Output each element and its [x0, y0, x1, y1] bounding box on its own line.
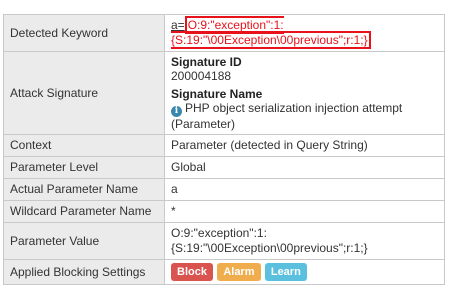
table-row: Parameter Level Global — [3, 156, 445, 179]
signature-name-line: i PHP object serialization injection atte… — [171, 101, 438, 131]
parameter-level-label: Parameter Level — [3, 156, 165, 179]
detected-keyword-label: Detected Keyword — [3, 14, 165, 52]
alarm-badge: Alarm — [217, 263, 261, 281]
signature-name-heading: Signature Name — [171, 87, 263, 101]
signature-id-heading: Signature ID — [171, 55, 242, 69]
context-label: Context — [3, 134, 165, 157]
table-row: Detected Keyword a= O:9:"exception":1:{S:… — [3, 14, 445, 52]
info-icon[interactable]: i — [171, 106, 182, 117]
signature-name-value: PHP object serialization injection attem… — [171, 101, 403, 131]
parameter-value-label: Parameter Value — [3, 222, 165, 260]
detected-keyword-cell: a= O:9:"exception":1:{S:19:"\00Exception\… — [164, 14, 445, 52]
detected-keyword-value: O:9:"exception":1:{S:19:"\00Exception\00… — [171, 16, 371, 49]
context-value: Parameter (detected in Query String) — [164, 134, 445, 157]
parameter-level-value: Global — [164, 156, 445, 179]
table-row: Attack Signature Signature ID 200004188 … — [3, 51, 445, 135]
wildcard-parameter-name-value: * — [164, 200, 445, 223]
applied-blocking-settings-label: Applied Blocking Settings — [3, 259, 165, 285]
block-badge: Block — [171, 263, 213, 281]
table-row: Parameter Value O:9:"exception":1:{S:19:… — [3, 222, 445, 260]
table-row: Wildcard Parameter Name * — [3, 200, 445, 223]
wildcard-parameter-name-label: Wildcard Parameter Name — [3, 200, 165, 223]
violation-details-panel: Detected Keyword a= O:9:"exception":1:{S:… — [3, 14, 445, 285]
attack-signature-label: Attack Signature — [3, 51, 165, 135]
applied-blocking-settings-cell: Block Alarm Learn — [164, 259, 445, 285]
actual-parameter-name-label: Actual Parameter Name — [3, 178, 165, 201]
table-row: Actual Parameter Name a — [3, 178, 445, 201]
actual-parameter-name-value: a — [164, 178, 445, 201]
parameter-value-value: O:9:"exception":1:{S:19:"\00Exception\00… — [164, 222, 445, 260]
learn-badge: Learn — [264, 263, 307, 281]
table-row: Applied Blocking Settings Block Alarm Le… — [3, 259, 445, 285]
detected-keyword-prefix: a= — [171, 18, 185, 32]
violation-details-table: Detected Keyword a= O:9:"exception":1:{S:… — [3, 14, 445, 285]
attack-signature-cell: Signature ID 200004188 Signature Name iP… — [164, 51, 445, 135]
table-row: Context Parameter (detected in Query Str… — [3, 134, 445, 157]
signature-id-value: 200004188 — [171, 69, 232, 83]
